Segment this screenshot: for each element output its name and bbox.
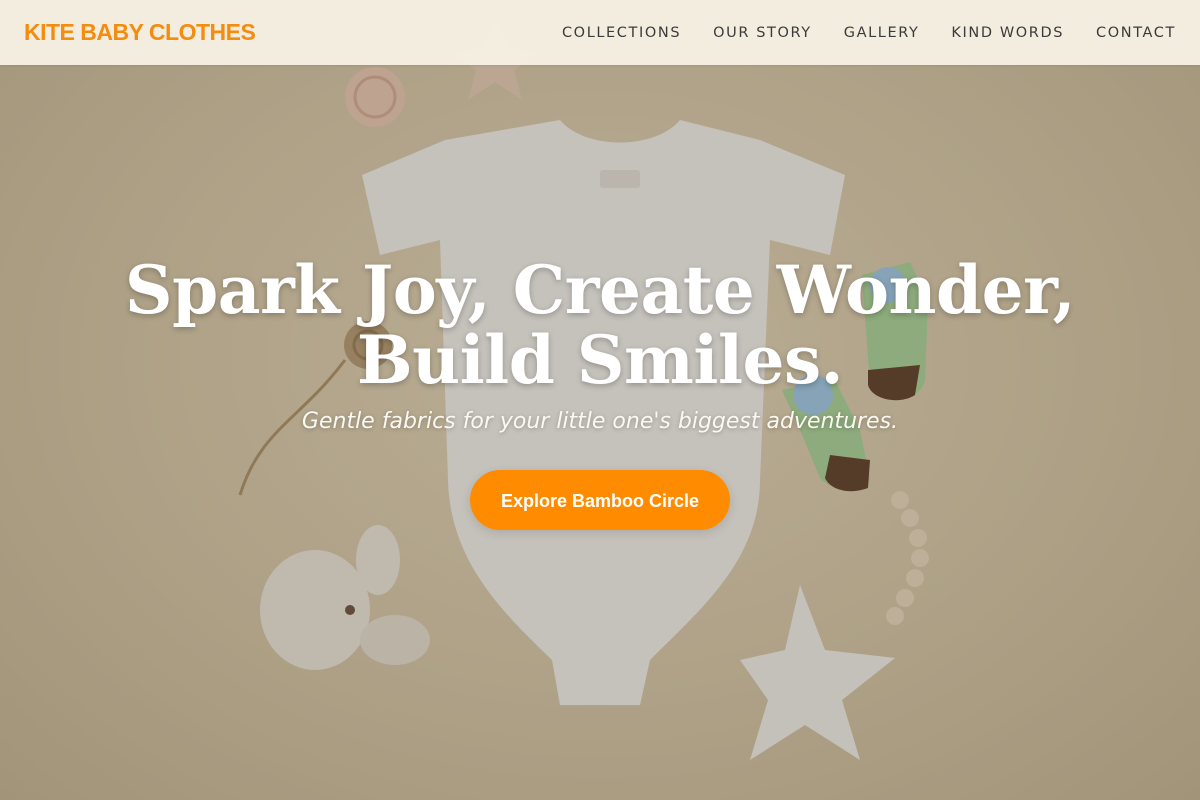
- brand-logo[interactable]: KITE BABY CLOTHES: [24, 19, 256, 46]
- nav-item-collections[interactable]: COLLECTIONS: [562, 25, 681, 41]
- nav-item-kind-words[interactable]: KIND WORDS: [951, 25, 1064, 41]
- hero-subheadline: Gentle fabrics for your little one's big…: [301, 409, 899, 434]
- hero-headline: Spark Joy, Create Wonder, Build Smiles.: [124, 251, 1076, 399]
- main-menu: COLLECTIONS OUR STORY GALLERY KIND WORDS…: [562, 25, 1176, 41]
- top-nav-bar: KITE BABY CLOTHES COLLECTIONS OUR STORY …: [0, 0, 1200, 65]
- nav-item-gallery[interactable]: GALLERY: [844, 25, 920, 41]
- nav-item-contact[interactable]: CONTACT: [1096, 25, 1176, 41]
- nav-item-our-story[interactable]: OUR STORY: [713, 25, 812, 41]
- explore-bamboo-circle-button[interactable]: Explore Bamboo Circle: [470, 470, 730, 530]
- hero-content: Spark Joy, Create Wonder, Build Smiles. …: [0, 255, 1200, 530]
